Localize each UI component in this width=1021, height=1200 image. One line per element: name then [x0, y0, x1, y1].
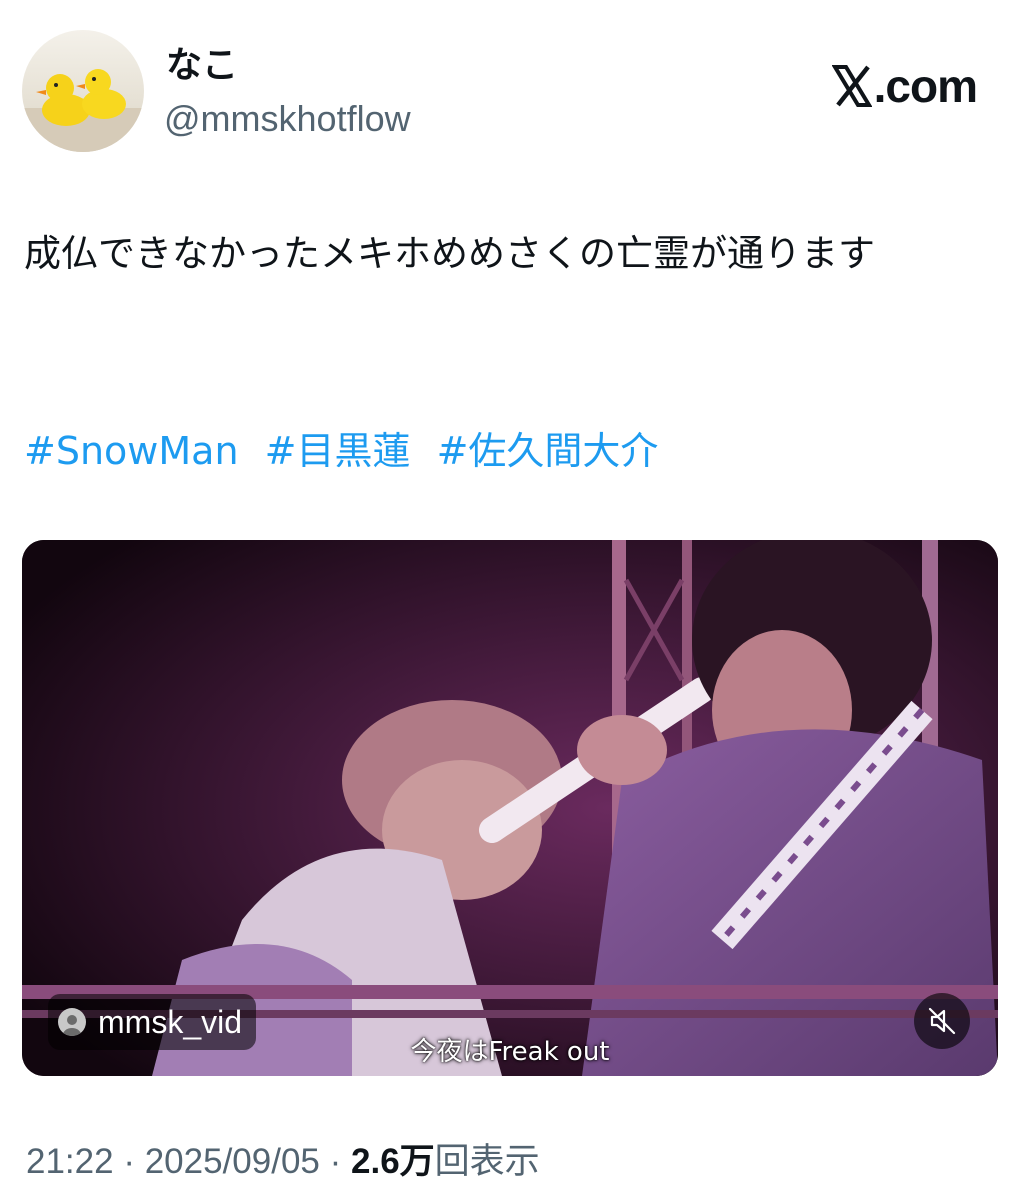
- user-handle[interactable]: @mmskhotflow: [164, 97, 411, 141]
- speaker-muted-icon: [928, 1007, 956, 1035]
- hashtag-link[interactable]: #佐久間大介: [437, 429, 659, 473]
- hashtag-link[interactable]: #目黒蓮: [265, 429, 411, 473]
- mute-button[interactable]: [914, 993, 970, 1049]
- display-name[interactable]: なこ: [166, 44, 238, 88]
- views-label: 回表示: [434, 1142, 540, 1181]
- rubber-ducks-avatar-image: [22, 69, 144, 152]
- meta-separator: ·: [329, 1142, 342, 1181]
- avatar[interactable]: [22, 30, 144, 152]
- brand-domain-label: .com: [873, 60, 978, 112]
- hashtag-link[interactable]: #SnowMan: [24, 429, 239, 473]
- hashtag-list: #SnowMan #目黒蓮 #佐久間大介: [24, 423, 672, 479]
- views-count: 2.6万: [351, 1142, 435, 1181]
- tweet-time[interactable]: 21:22: [26, 1142, 114, 1181]
- tweet-text: 成仏できなかったメキホめめさくの亡霊が通ります: [24, 232, 875, 275]
- video-subtitle: 今夜はFreak out: [410, 1037, 610, 1067]
- meta-separator: ·: [123, 1142, 135, 1181]
- tweet-date[interactable]: 2025/09/05: [145, 1142, 320, 1181]
- tweet-meta: 21:22 · 2025/09/05 · 2.6万回表示: [26, 1138, 540, 1186]
- x-logo-icon: [831, 65, 872, 107]
- x-com-brand: .com: [831, 58, 978, 114]
